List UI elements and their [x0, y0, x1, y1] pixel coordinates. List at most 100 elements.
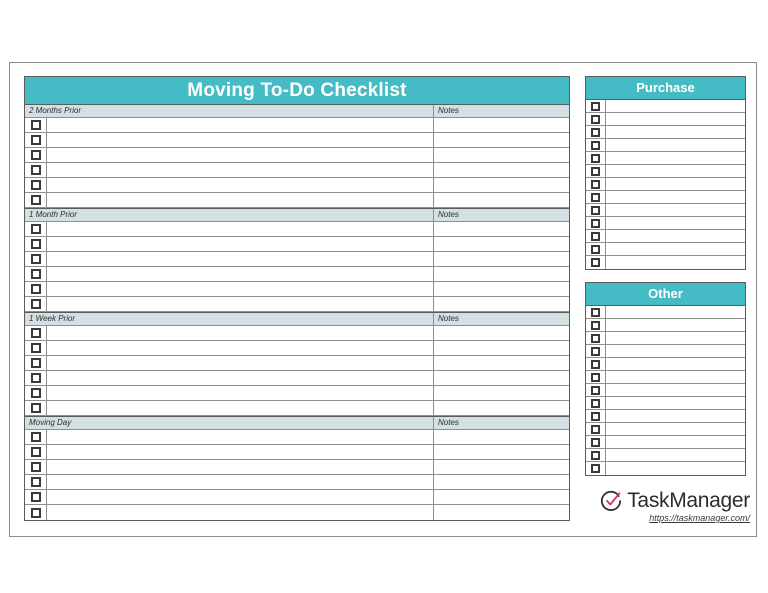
checkbox-cell[interactable]	[25, 460, 47, 474]
checkbox-cell[interactable]	[25, 430, 47, 444]
item-write-in-field[interactable]	[606, 217, 745, 229]
checkbox-cell[interactable]	[586, 410, 606, 422]
item-checkbox[interactable]	[591, 114, 600, 124]
notes-write-in-field[interactable]	[433, 163, 569, 177]
task-checkbox[interactable]	[30, 462, 41, 472]
checkbox-cell[interactable]	[25, 386, 47, 400]
item-checkbox[interactable]	[591, 205, 600, 215]
checkbox-cell[interactable]	[586, 332, 606, 344]
checkbox-cell[interactable]	[586, 384, 606, 396]
task-checkbox[interactable]	[30, 284, 41, 294]
notes-write-in-field[interactable]	[433, 341, 569, 355]
task-checkbox[interactable]	[30, 224, 41, 234]
item-write-in-field[interactable]	[606, 449, 745, 461]
checkbox-cell[interactable]	[586, 256, 606, 269]
item-write-in-field[interactable]	[606, 191, 745, 203]
checkbox-cell[interactable]	[25, 326, 47, 340]
item-write-in-field[interactable]	[606, 423, 745, 435]
item-write-in-field[interactable]	[606, 436, 745, 448]
item-write-in-field[interactable]	[606, 165, 745, 177]
item-checkbox[interactable]	[591, 179, 600, 189]
checkbox-cell[interactable]	[586, 113, 606, 125]
item-checkbox[interactable]	[591, 258, 600, 267]
item-checkbox[interactable]	[591, 359, 600, 369]
item-checkbox[interactable]	[591, 320, 600, 330]
checkbox-cell[interactable]	[586, 371, 606, 383]
item-write-in-field[interactable]	[606, 319, 745, 331]
item-checkbox[interactable]	[591, 437, 600, 447]
task-write-in-field[interactable]	[47, 237, 433, 251]
checkbox-cell[interactable]	[25, 371, 47, 385]
notes-write-in-field[interactable]	[433, 505, 569, 520]
checkbox-cell[interactable]	[586, 139, 606, 151]
task-checkbox[interactable]	[30, 135, 41, 145]
checkbox-cell[interactable]	[25, 356, 47, 370]
notes-write-in-field[interactable]	[433, 148, 569, 162]
checkbox-cell[interactable]	[586, 436, 606, 448]
checkbox-cell[interactable]	[586, 178, 606, 190]
checkbox-cell[interactable]	[25, 193, 47, 207]
checkbox-cell[interactable]	[25, 178, 47, 192]
notes-write-in-field[interactable]	[433, 193, 569, 207]
task-write-in-field[interactable]	[47, 148, 433, 162]
item-write-in-field[interactable]	[606, 384, 745, 396]
task-checkbox[interactable]	[30, 373, 41, 383]
task-checkbox[interactable]	[30, 165, 41, 175]
notes-write-in-field[interactable]	[433, 490, 569, 504]
notes-write-in-field[interactable]	[433, 237, 569, 251]
checkbox-cell[interactable]	[586, 449, 606, 461]
notes-write-in-field[interactable]	[433, 118, 569, 132]
item-write-in-field[interactable]	[606, 371, 745, 383]
task-write-in-field[interactable]	[47, 326, 433, 340]
notes-write-in-field[interactable]	[433, 386, 569, 400]
task-write-in-field[interactable]	[47, 118, 433, 132]
task-checkbox[interactable]	[30, 195, 41, 205]
task-checkbox[interactable]	[30, 239, 41, 249]
item-checkbox[interactable]	[591, 346, 600, 356]
checkbox-cell[interactable]	[586, 319, 606, 331]
item-checkbox[interactable]	[591, 140, 600, 150]
checkbox-cell[interactable]	[25, 118, 47, 132]
checkbox-cell[interactable]	[586, 204, 606, 216]
task-write-in-field[interactable]	[47, 371, 433, 385]
brand-url[interactable]: https://taskmanager.com/	[649, 513, 750, 523]
checkbox-cell[interactable]	[586, 165, 606, 177]
task-write-in-field[interactable]	[47, 267, 433, 281]
task-checkbox[interactable]	[30, 492, 41, 502]
item-write-in-field[interactable]	[606, 126, 745, 138]
notes-write-in-field[interactable]	[433, 430, 569, 444]
task-checkbox[interactable]	[30, 150, 41, 160]
task-checkbox[interactable]	[30, 477, 41, 487]
checkbox-cell[interactable]	[586, 126, 606, 138]
task-checkbox[interactable]	[30, 328, 41, 338]
task-write-in-field[interactable]	[47, 163, 433, 177]
task-checkbox[interactable]	[30, 254, 41, 264]
task-checkbox[interactable]	[30, 120, 41, 130]
item-write-in-field[interactable]	[606, 152, 745, 164]
task-write-in-field[interactable]	[47, 282, 433, 296]
task-write-in-field[interactable]	[47, 193, 433, 207]
item-checkbox[interactable]	[591, 244, 600, 254]
task-checkbox[interactable]	[30, 358, 41, 368]
checkbox-cell[interactable]	[25, 401, 47, 415]
item-write-in-field[interactable]	[606, 397, 745, 409]
checkbox-cell[interactable]	[25, 490, 47, 504]
item-checkbox[interactable]	[591, 218, 600, 228]
checkbox-cell[interactable]	[25, 148, 47, 162]
item-checkbox[interactable]	[591, 398, 600, 408]
checkbox-cell[interactable]	[586, 100, 606, 112]
checkbox-cell[interactable]	[25, 445, 47, 459]
item-checkbox[interactable]	[591, 372, 600, 382]
task-checkbox[interactable]	[30, 299, 41, 309]
task-write-in-field[interactable]	[47, 252, 433, 266]
notes-write-in-field[interactable]	[433, 178, 569, 192]
notes-write-in-field[interactable]	[433, 133, 569, 147]
checkbox-cell[interactable]	[586, 306, 606, 318]
notes-write-in-field[interactable]	[433, 222, 569, 236]
checkbox-cell[interactable]	[586, 397, 606, 409]
task-write-in-field[interactable]	[47, 490, 433, 504]
checkbox-cell[interactable]	[25, 475, 47, 489]
task-write-in-field[interactable]	[47, 133, 433, 147]
item-checkbox[interactable]	[591, 450, 600, 460]
task-write-in-field[interactable]	[47, 401, 433, 415]
